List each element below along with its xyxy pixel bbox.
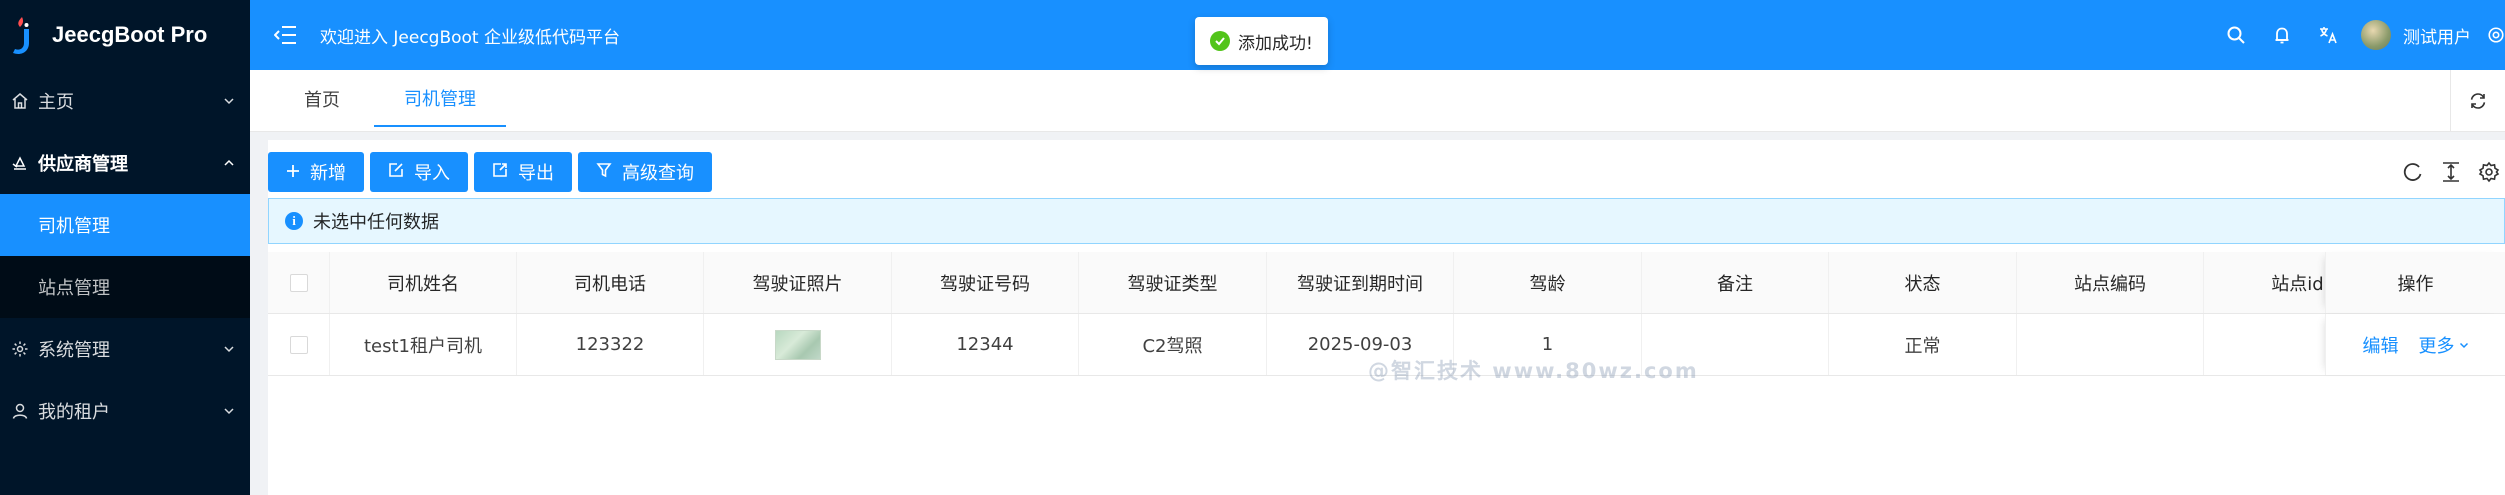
column-header[interactable]: 驾驶证照片 xyxy=(704,252,892,313)
plus-icon xyxy=(286,162,300,183)
sidebar-item-site-management[interactable]: 站点管理 xyxy=(0,256,250,318)
tabs-bar: 首页 司机管理 xyxy=(250,70,2505,132)
watermark: @智汇技术 www.80wz.com xyxy=(1368,359,1699,383)
cell-license-type: C2驾照 xyxy=(1079,314,1267,375)
row-select-cell xyxy=(268,314,330,375)
add-button-label: 新增 xyxy=(310,163,346,184)
settings-gear-icon[interactable] xyxy=(2487,0,2505,70)
chevron-down-icon xyxy=(222,94,236,108)
translate-icon[interactable] xyxy=(2305,0,2351,70)
reload-icon[interactable] xyxy=(2401,160,2425,184)
check-circle-icon xyxy=(1210,31,1230,51)
export-button[interactable]: 导出 xyxy=(474,152,572,192)
chevron-up-icon xyxy=(222,156,236,170)
bell-icon[interactable] xyxy=(2259,0,2305,70)
header-actions: 测试用户 xyxy=(2213,0,2505,70)
column-header[interactable]: 驾驶证类型 xyxy=(1079,252,1267,313)
username: 测试用户 xyxy=(2403,27,2471,48)
toolbar: 新增 导入 导出 高级查询 xyxy=(268,152,712,192)
avatar xyxy=(2361,20,2391,50)
search-icon[interactable] xyxy=(2213,0,2259,70)
sidebar-item-label: 主页 xyxy=(38,92,74,113)
sidebar-item-system[interactable]: 系统管理 xyxy=(0,318,250,380)
add-button[interactable]: 新增 xyxy=(268,152,364,192)
table-tools xyxy=(2401,152,2505,192)
tab-driver-management[interactable]: 司机管理 xyxy=(374,70,506,127)
chevron-down-icon xyxy=(222,342,236,356)
info-icon: i xyxy=(285,212,303,230)
sidebar-item-home[interactable]: 主页 xyxy=(0,70,250,132)
sidebar: JeecgBoot Pro 主页 供应商管理 司机管理 站点管理 系统管理 我的… xyxy=(0,0,250,495)
row-checkbox[interactable] xyxy=(289,335,308,354)
sidebar-item-label: 供应商管理 xyxy=(38,154,128,175)
welcome-text: 欢迎进入 JeecgBoot 企业级低代码平台 xyxy=(320,27,621,48)
more-label: 更多 xyxy=(2418,335,2455,357)
submenu-supplier: 司机管理 站点管理 xyxy=(0,194,250,318)
export-icon xyxy=(492,162,508,183)
column-height-icon[interactable] xyxy=(2439,160,2463,184)
home-icon xyxy=(10,91,30,111)
row-actions: 编辑 更多 xyxy=(2325,314,2505,375)
sidebar-item-driver-management[interactable]: 司机管理 xyxy=(0,194,250,256)
select-all-cell xyxy=(268,252,330,313)
column-header[interactable]: 驾驶证号码 xyxy=(892,252,1079,313)
user-menu[interactable]: 测试用户 xyxy=(2361,20,2471,50)
menu-fold-icon[interactable] xyxy=(272,21,300,49)
app-name: JeecgBoot Pro xyxy=(52,22,208,47)
cell-driver-phone: 123322 xyxy=(517,314,704,375)
cell-status: 正常 xyxy=(1829,314,2017,375)
user-icon xyxy=(10,401,30,421)
advanced-query-button[interactable]: 高级查询 xyxy=(578,152,712,192)
cell-site-code xyxy=(2017,314,2204,375)
edit-link[interactable]: 编辑 xyxy=(2363,332,2399,358)
setting-icon[interactable] xyxy=(2477,160,2501,184)
column-header[interactable]: 驾驶证到期时间 xyxy=(1267,252,1454,313)
select-all-checkbox[interactable] xyxy=(289,273,308,292)
license-photo-thumbnail[interactable] xyxy=(774,329,821,360)
column-header[interactable]: 备注 xyxy=(1642,252,1829,313)
top-header: 欢迎进入 JeecgBoot 企业级低代码平台 测试用户 xyxy=(250,0,2505,70)
import-icon xyxy=(388,162,404,183)
more-dropdown[interactable]: 更多 xyxy=(2419,332,2469,358)
column-header[interactable]: 驾龄 xyxy=(1454,252,1642,313)
filter-icon xyxy=(596,162,612,183)
chevron-down-icon xyxy=(222,404,236,418)
cell-license-photo xyxy=(704,314,892,375)
main-content: 新增 导入 导出 高级查询 i 未选中任何数据 @智汇技术 www.80wz.c… xyxy=(268,140,2505,495)
table-header: 司机姓名 司机电话 驾驶证照片 驾驶证号码 驾驶证类型 驾驶证到期时间 驾龄 备… xyxy=(268,252,2505,314)
gear-icon xyxy=(10,339,30,359)
success-toast: 添加成功! xyxy=(1195,17,1328,65)
cell-driver-name: test1租户司机 xyxy=(330,314,517,375)
column-header[interactable]: 司机姓名 xyxy=(330,252,517,313)
column-header[interactable]: 司机电话 xyxy=(517,252,704,313)
selection-alert: i 未选中任何数据 xyxy=(268,198,2505,244)
sidebar-item-tenant[interactable]: 我的租户 xyxy=(0,380,250,442)
column-header-actions: 操作 xyxy=(2325,252,2505,313)
cell-license-number: 12344 xyxy=(892,314,1079,375)
column-header[interactable]: 站点编码 xyxy=(2017,252,2204,313)
tab-label: 首页 xyxy=(304,89,340,111)
tab-label: 司机管理 xyxy=(404,88,476,110)
supplier-icon xyxy=(10,153,30,173)
refresh-icon[interactable] xyxy=(2450,70,2505,132)
logo-icon xyxy=(8,15,38,55)
import-button[interactable]: 导入 xyxy=(370,152,468,192)
toast-message: 添加成功! xyxy=(1238,33,1313,54)
advanced-query-label: 高级查询 xyxy=(622,163,694,184)
column-header[interactable]: 状态 xyxy=(1829,252,2017,313)
logo[interactable]: JeecgBoot Pro xyxy=(0,0,250,70)
export-button-label: 导出 xyxy=(518,163,554,184)
alert-text: 未选中任何数据 xyxy=(313,212,439,233)
sidebar-item-label: 我的租户 xyxy=(38,402,110,423)
sidebar-item-supplier[interactable]: 供应商管理 xyxy=(0,132,250,194)
sidebar-item-label: 系统管理 xyxy=(38,340,110,361)
tab-home[interactable]: 首页 xyxy=(300,70,344,127)
import-button-label: 导入 xyxy=(414,163,450,184)
chevron-down-icon xyxy=(2459,334,2469,355)
